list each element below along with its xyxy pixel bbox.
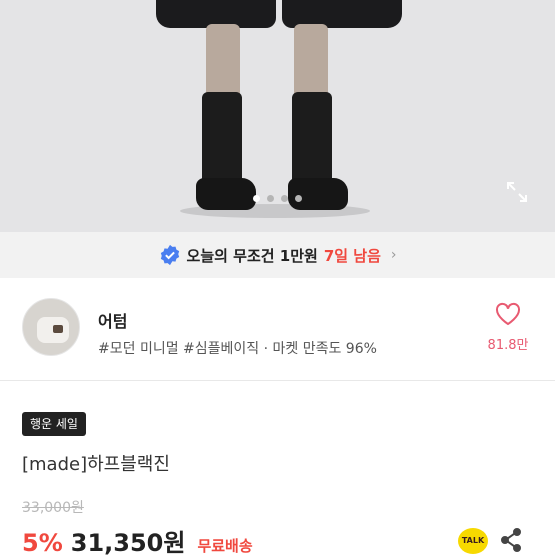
price-row: 5% 31,350원 무료배송 bbox=[22, 523, 253, 555]
boot-toe-right bbox=[288, 178, 348, 210]
free-shipping-label: 무료배송 bbox=[197, 537, 253, 555]
store-section: 어텀 #모던 미니멀 #심플베이직 · 마켓 만족도 96% 81.8만 bbox=[0, 290, 555, 370]
pagination-dot[interactable] bbox=[253, 195, 260, 202]
talk-label: TALK bbox=[461, 536, 485, 545]
sale-badge: 행운 세일 bbox=[22, 412, 86, 436]
promo-days-left: 7일 남음 bbox=[323, 246, 381, 265]
product-image[interactable] bbox=[0, 0, 555, 232]
store-name[interactable]: 어텀 bbox=[98, 308, 127, 332]
chevron-right-icon: › bbox=[390, 247, 397, 263]
product-title: [made]하프블랙진 bbox=[22, 454, 170, 475]
verified-badge-icon bbox=[160, 244, 179, 266]
promo-banner[interactable]: 오늘의 무조건 1만원 7일 남음 › bbox=[0, 232, 555, 278]
section-divider bbox=[0, 380, 555, 381]
store-tags: #모던 미니멀 #심플베이직 · 마켓 만족도 96% bbox=[98, 341, 377, 357]
discount-rate: 5% bbox=[22, 529, 63, 555]
pagination-dot[interactable] bbox=[281, 195, 288, 202]
promo-text: 오늘의 무조건 1만원 bbox=[186, 246, 318, 265]
store-avatar[interactable] bbox=[22, 298, 80, 356]
favorite-count: 81.8만 bbox=[487, 338, 529, 353]
favorite-button[interactable]: 81.8만 bbox=[483, 302, 533, 353]
original-price: 33,000원 bbox=[22, 500, 84, 516]
boot-right bbox=[292, 92, 332, 192]
gallery-pagination bbox=[0, 195, 555, 202]
heart-icon bbox=[496, 302, 520, 326]
expand-icon[interactable] bbox=[505, 180, 529, 204]
share-icon[interactable] bbox=[500, 528, 522, 552]
boot-toe-left bbox=[196, 178, 256, 210]
sale-price: 31,350원 bbox=[70, 529, 186, 555]
boot-left bbox=[202, 92, 242, 192]
pagination-dot[interactable] bbox=[267, 195, 274, 202]
pagination-dot[interactable] bbox=[295, 195, 302, 202]
talk-chat-icon[interactable]: TALK bbox=[458, 528, 488, 554]
